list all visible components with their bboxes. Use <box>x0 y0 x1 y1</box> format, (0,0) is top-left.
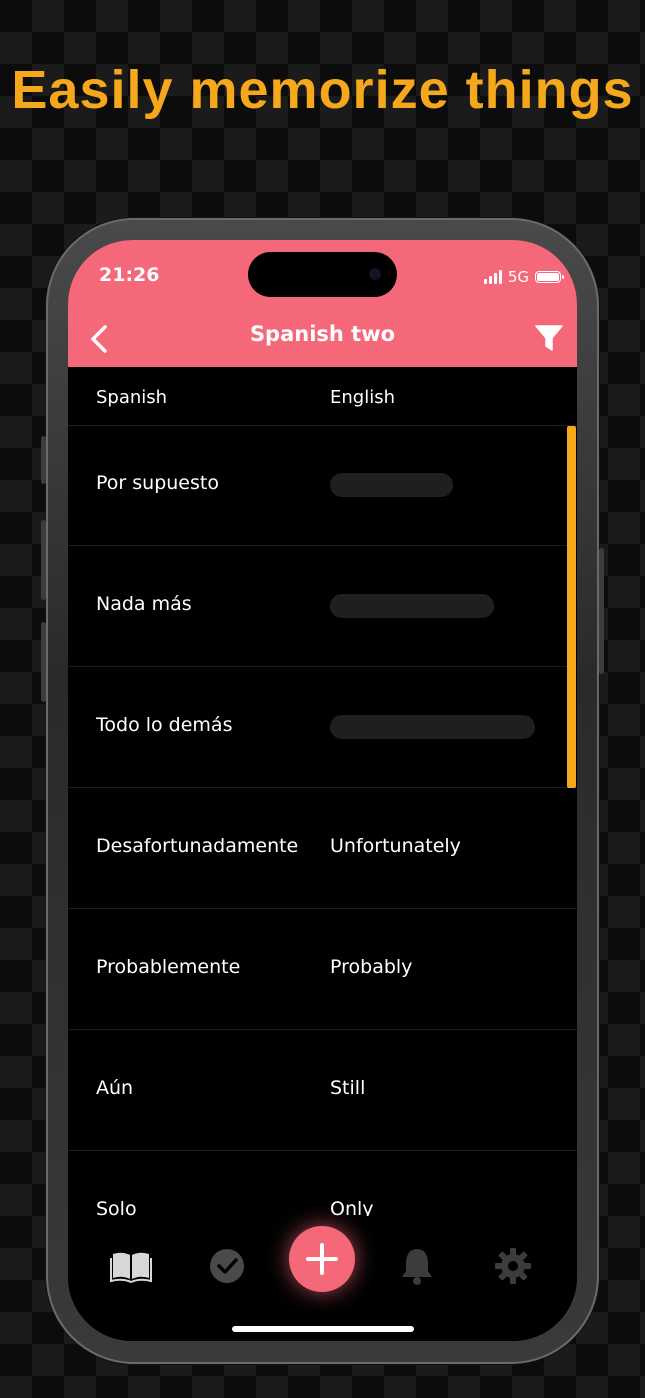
phone-volume-down <box>41 622 46 702</box>
scrollbar[interactable] <box>567 426 576 788</box>
tab-library[interactable] <box>109 1244 153 1288</box>
headline: Easily memorize things <box>11 60 634 120</box>
top-bar: 21:26 5G Spanish two <box>68 240 577 367</box>
english-translation: Probably <box>330 956 413 978</box>
hidden-translation[interactable] <box>330 594 494 618</box>
word-row[interactable]: Desafortunadamente Unfortunately <box>68 788 577 909</box>
tab-settings[interactable] <box>491 1244 535 1288</box>
home-indicator[interactable] <box>232 1326 414 1332</box>
book-icon <box>110 1252 152 1283</box>
gear-icon <box>495 1248 531 1284</box>
word-row[interactable]: Nada más <box>68 546 577 667</box>
spanish-word: Probablemente <box>96 956 241 978</box>
word-list: Por supuesto Nada más Todo lo demás Desa… <box>68 425 577 1272</box>
battery-icon <box>535 271 564 283</box>
tab-learned[interactable] <box>205 1244 249 1288</box>
spanish-word: Nada más <box>96 593 192 615</box>
english-translation: Unfortunately <box>330 835 461 857</box>
app-screen: 21:26 5G Spanish two Spanish English Por… <box>68 240 577 1341</box>
dynamic-island <box>248 252 397 297</box>
word-row[interactable]: Probablemente Probably <box>68 909 577 1030</box>
word-row[interactable]: Aún Still <box>68 1030 577 1151</box>
camera-icon <box>369 268 381 280</box>
tab-bar <box>68 1216 577 1341</box>
status-icons: 5G <box>483 268 564 286</box>
status-time: 21:26 <box>99 264 160 286</box>
bell-icon <box>402 1249 432 1285</box>
english-translation: Still <box>330 1077 366 1099</box>
phone-action-button <box>41 436 46 484</box>
plus-icon <box>306 1243 338 1275</box>
column-header-spanish: Spanish <box>96 387 168 408</box>
spanish-word: Desafortunadamente <box>96 835 299 857</box>
tab-reminders[interactable] <box>395 1244 439 1288</box>
hidden-translation[interactable] <box>330 473 453 497</box>
phone-volume-up <box>41 520 46 600</box>
network-label: 5G <box>507 268 529 286</box>
word-row[interactable]: Todo lo demás <box>68 667 577 788</box>
page-title: Spanish two <box>249 322 396 346</box>
signal-icon <box>483 270 502 284</box>
phone-power-button <box>599 548 604 674</box>
spanish-word: Por supuesto <box>96 472 219 494</box>
word-row[interactable]: Por supuesto <box>68 425 577 546</box>
column-header-english: English <box>330 387 395 408</box>
add-word-button[interactable] <box>289 1226 355 1292</box>
column-headers: Spanish English <box>68 367 577 426</box>
hidden-translation[interactable] <box>330 715 535 739</box>
spanish-word: Todo lo demás <box>96 714 233 736</box>
filter-icon[interactable] <box>535 324 563 352</box>
spanish-word: Aún <box>96 1077 134 1099</box>
check-circle-icon <box>210 1249 244 1283</box>
